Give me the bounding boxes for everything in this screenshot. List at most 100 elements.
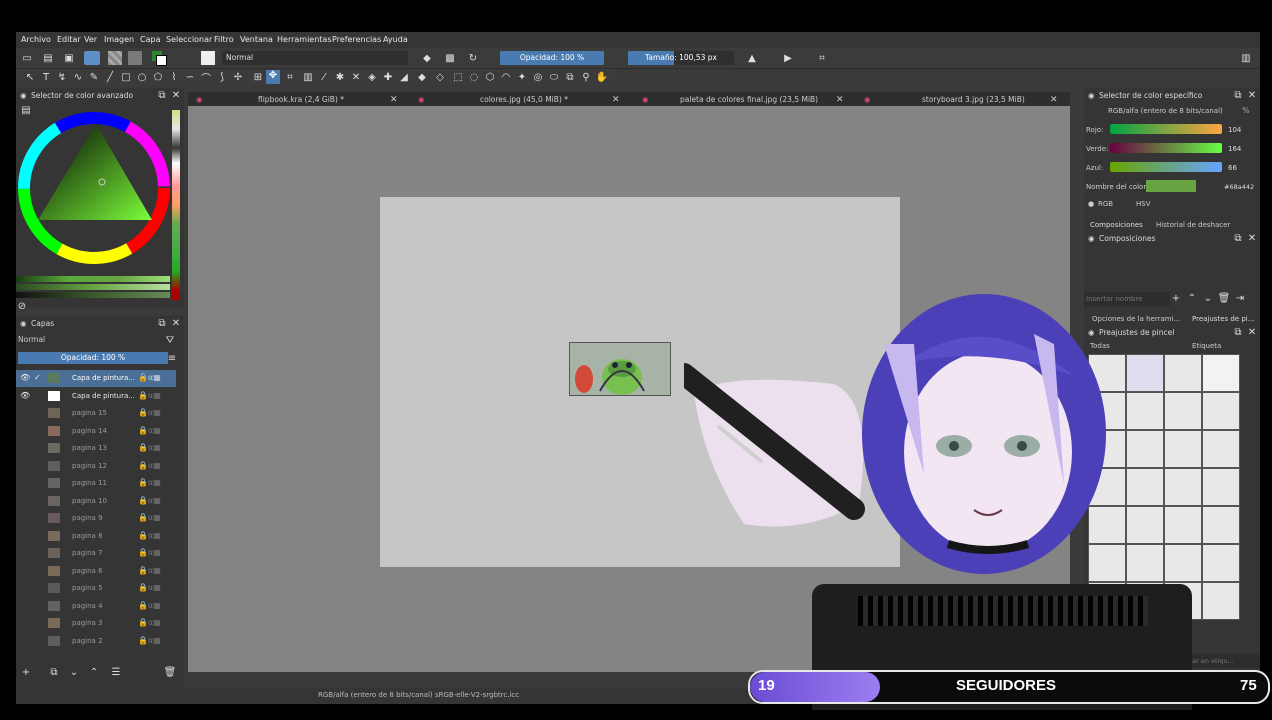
brush-preset-item[interactable]	[1202, 430, 1240, 468]
size-slider[interactable]: Tamaño: 100,53 px	[628, 51, 734, 65]
visibility-eye-icon[interactable]: 👁	[20, 391, 30, 400]
menu-seleccionar[interactable]: Seleccionar	[166, 35, 212, 44]
brush-preset-item[interactable]	[1202, 506, 1240, 544]
pattern-edit-icon[interactable]: ◇	[434, 71, 446, 83]
eraser-icon[interactable]: ◆	[421, 52, 433, 64]
bezier-select-icon[interactable]: ⬭	[548, 71, 560, 83]
tab-undo-history[interactable]: Historial de deshacer	[1156, 221, 1230, 229]
percent-toggle-icon[interactable]: %	[1242, 106, 1250, 115]
brush-preset-item[interactable]	[1126, 544, 1164, 582]
layer-opacity-slider[interactable]: Opacidad: 100 %	[18, 352, 168, 364]
brush-preset-item[interactable]	[1164, 506, 1202, 544]
mirror-vertical-icon[interactable]: ▶	[782, 52, 794, 64]
mirror-horizontal-icon[interactable]: ▲	[746, 52, 758, 64]
layer-row[interactable]: pagina 12 🔒α▦	[16, 458, 176, 475]
layer-flags-icon[interactable]: 🔒α▦	[138, 426, 161, 435]
brush-preset-item[interactable]	[1164, 430, 1202, 468]
opacity-slider[interactable]: Opacidad: 100 %	[500, 51, 604, 65]
layer-flags-icon[interactable]: 🔒α▦	[138, 408, 161, 417]
polygon-tool-icon[interactable]: ⬠	[152, 71, 164, 83]
brush-preset-icon[interactable]	[201, 51, 215, 65]
delete-layer-icon[interactable]: 🗑	[164, 666, 177, 678]
brush-preset-item[interactable]	[1164, 392, 1202, 430]
new-document-icon[interactable]: ▭	[21, 52, 33, 64]
hex-value[interactable]: #68a442	[1224, 183, 1254, 191]
layer-flags-icon[interactable]: 🔒α▦	[138, 601, 161, 610]
blue-slider[interactable]	[1110, 162, 1222, 172]
red-value[interactable]: 104	[1228, 126, 1241, 134]
rgb-option[interactable]: RGB	[1098, 200, 1113, 208]
up-arrow-icon[interactable]: ⌃	[1186, 292, 1198, 304]
brush-preset-item[interactable]	[1202, 468, 1240, 506]
layer-flags-icon[interactable]: 🔒α▦	[138, 373, 161, 382]
layer-filter-icon[interactable]: ⛛	[164, 334, 176, 346]
rectangle-tool-icon[interactable]: □	[120, 71, 132, 83]
menu-filtro[interactable]: Filtro	[214, 35, 234, 44]
layer-menu-icon[interactable]: ≡	[166, 352, 178, 364]
multibrush-icon[interactable]: ✢	[232, 71, 244, 83]
brush-preset-item[interactable]	[1126, 468, 1164, 506]
tab-compositions[interactable]: Composiciones	[1090, 221, 1143, 229]
workspace-icon[interactable]: ▥	[1240, 52, 1252, 64]
layer-flags-icon[interactable]: 🔒α▦	[138, 443, 161, 452]
smart-patch-icon[interactable]: ✚	[382, 71, 394, 83]
green-slider[interactable]	[1110, 143, 1222, 153]
layer-row[interactable]: pagina 7 🔒α▦	[16, 545, 176, 562]
outline-select-icon[interactable]: ◠	[500, 71, 512, 83]
add-composition-icon[interactable]: +	[1170, 292, 1182, 304]
delete-composition-icon[interactable]: 🗑	[1218, 292, 1231, 304]
brush-preset-item[interactable]	[1126, 392, 1164, 430]
reset-color-icon[interactable]: ⊘	[16, 300, 28, 312]
layer-row[interactable]: pagina 5 🔒α▦	[16, 580, 176, 597]
shade-slider-2[interactable]	[16, 284, 170, 290]
layer-row[interactable]: pagina 2 🔒α▦	[16, 633, 176, 650]
move-layer-up-icon[interactable]: ⌃	[88, 666, 100, 678]
layer-flags-icon[interactable]: 🔒α▦	[138, 583, 161, 592]
bezier-tool-icon[interactable]: ∽	[184, 71, 196, 83]
duplicate-layer-icon[interactable]: ⧉	[48, 666, 60, 678]
background-color-icon[interactable]	[156, 55, 167, 66]
freehand-path-icon[interactable]: ⌒	[200, 71, 212, 85]
brush-preset-item[interactable]	[1126, 506, 1164, 544]
layer-flags-icon[interactable]: 🔒α▦	[138, 391, 161, 400]
brush-preset-item[interactable]	[1202, 354, 1240, 392]
layer-flags-icon[interactable]: 🔒α▦	[138, 548, 161, 557]
tag-select[interactable]: Etiqueta	[1192, 342, 1221, 350]
fill-tool-icon[interactable]: ◈	[366, 71, 378, 83]
layer-flags-icon[interactable]: 🔒α▦	[138, 618, 161, 627]
layer-flags-icon[interactable]: 🔒α▦	[138, 636, 161, 645]
crop-tool-icon[interactable]: ⌗	[284, 71, 296, 83]
layer-flags-icon[interactable]: 🔒α▦	[138, 496, 161, 505]
layer-flags-icon[interactable]: 🔒α▦	[138, 461, 161, 470]
layer-row[interactable]: pagina 10 🔒α▦	[16, 493, 176, 510]
layer-properties-icon[interactable]: ☰	[110, 666, 122, 678]
layer-row[interactable]: pagina 15 🔒α▦	[16, 405, 176, 422]
layer-row[interactable]: pagina 8 🔒α▦	[16, 528, 176, 545]
close-docker-icon[interactable]: ✕	[1246, 232, 1258, 244]
down-arrow-icon[interactable]: ⌄	[1202, 292, 1214, 304]
layer-row[interactable]: pagina 4 🔒α▦	[16, 598, 176, 615]
color-model-select[interactable]: RGB/alfa (entero de 8 bits/canal)	[1108, 107, 1223, 115]
layer-flags-icon[interactable]: 🔒α▦	[138, 513, 161, 522]
shade-slider-1[interactable]	[16, 276, 170, 282]
magic-wand-icon[interactable]: ✦	[516, 71, 528, 83]
open-file-icon[interactable]: ▤	[42, 52, 54, 64]
edit-shapes-icon[interactable]: ↯	[56, 71, 68, 83]
brush-preset-item[interactable]	[1202, 582, 1240, 620]
fill-bucket-icon[interactable]: ◆	[416, 71, 428, 83]
select-shapes-icon[interactable]: ↖	[24, 71, 36, 83]
layer-flags-icon[interactable]: 🔒α▦	[138, 478, 161, 487]
brush-preset-item[interactable]	[1202, 544, 1240, 582]
layer-row[interactable]: pagina 14 🔒α▦	[16, 423, 176, 440]
menu-ventana[interactable]: Ventana	[240, 35, 273, 44]
zoom-tool-icon[interactable]: ⚲	[580, 71, 592, 83]
gradient-tool-icon[interactable]: ▥	[302, 71, 314, 83]
layer-row[interactable]: pagina 9 🔒α▦	[16, 510, 176, 527]
pattern-icon[interactable]	[108, 51, 122, 65]
ellipse-select-icon[interactable]: ◌	[468, 71, 480, 83]
visibility-eye-icon[interactable]: 👁	[20, 373, 30, 382]
green-value[interactable]: 164	[1228, 145, 1241, 153]
line-tool-icon[interactable]: ╱	[104, 71, 116, 83]
polygon-select-icon[interactable]: ⬡	[484, 71, 496, 83]
layer-blend-select[interactable]: Normal	[18, 334, 156, 346]
